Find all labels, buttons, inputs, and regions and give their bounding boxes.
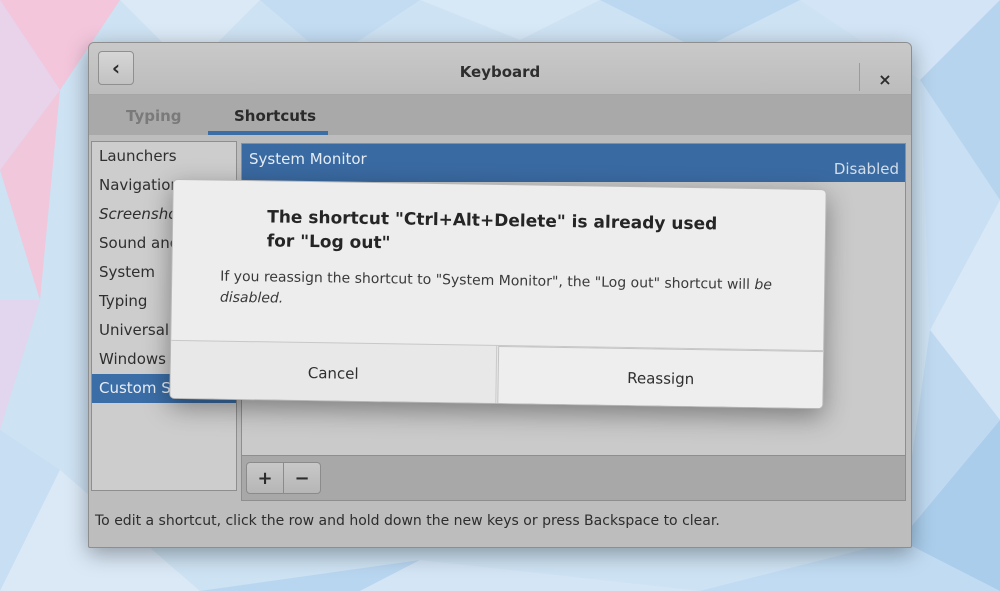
tab-shortcuts[interactable]: Shortcuts	[234, 107, 316, 125]
active-tab-indicator	[208, 131, 328, 135]
plus-icon: +	[257, 467, 273, 489]
cancel-button[interactable]: Cancel	[170, 340, 498, 406]
close-button[interactable]: ×	[872, 67, 898, 91]
window-titlebar: ‹ Keyboard ×	[89, 43, 911, 95]
titlebar-separator	[859, 63, 860, 91]
dialog-button-row: Cancel Reassign	[170, 339, 825, 410]
list-item[interactable]: System Monitor Disabled	[242, 144, 905, 182]
tab-bar: Typing Shortcuts	[89, 95, 911, 135]
shortcut-status: Disabled	[833, 160, 899, 178]
add-shortcut-button[interactable]: +	[246, 462, 284, 494]
dialog-message-main: If you reassign the shortcut to "System …	[220, 268, 751, 293]
reassign-button[interactable]: Reassign	[497, 346, 825, 410]
remove-shortcut-button[interactable]: −	[283, 462, 321, 494]
dialog-message: If you reassign the shortcut to "System …	[220, 267, 791, 318]
sidebar-item-launchers[interactable]: Launchers	[92, 142, 236, 171]
minus-icon: −	[294, 467, 310, 489]
conflict-dialog: The shortcut "Ctrl+Alt+Delete" is alread…	[169, 178, 827, 410]
tab-typing[interactable]: Typing	[126, 107, 182, 125]
edit-hint-text: To edit a shortcut, click the row and ho…	[95, 513, 720, 529]
shortcut-name: System Monitor	[249, 150, 367, 168]
list-toolbar: + −	[241, 455, 906, 501]
window-title: Keyboard	[459, 63, 541, 81]
close-icon: ×	[878, 69, 892, 89]
dialog-heading: The shortcut "Ctrl+Alt+Delete" is alread…	[266, 207, 718, 254]
